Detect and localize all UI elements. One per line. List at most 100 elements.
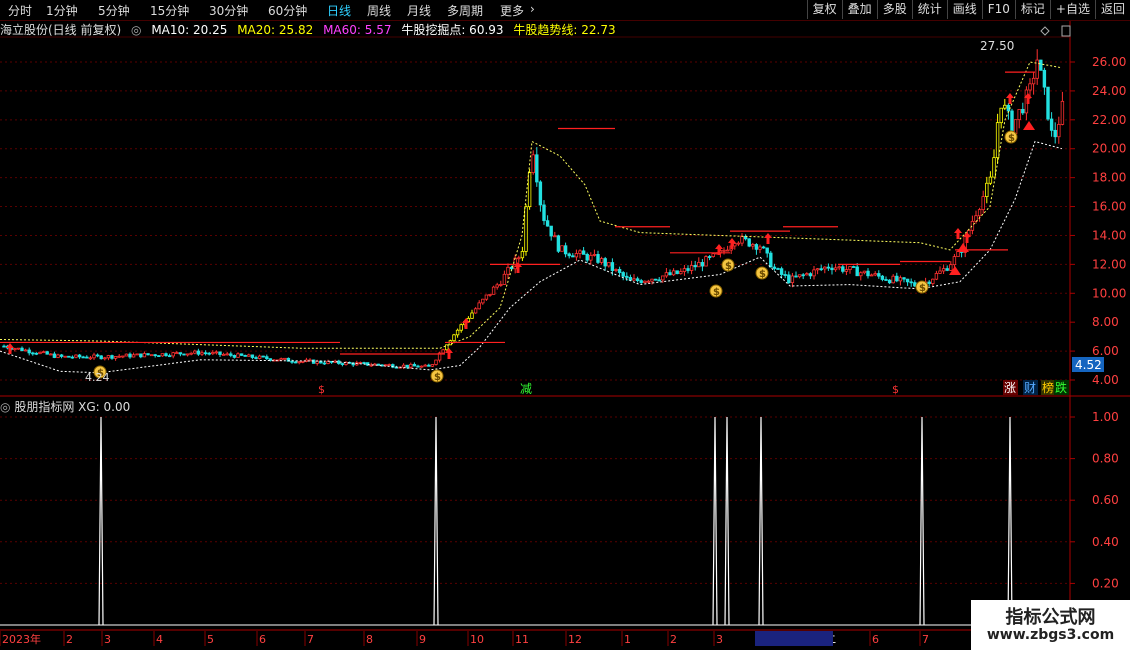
price-tick-label: 10.00 — [1092, 286, 1126, 300]
candle-body — [481, 298, 485, 304]
candle-body — [560, 245, 564, 252]
candle-body — [790, 275, 795, 284]
candle-body — [848, 266, 852, 271]
watermark: 指标公式网 www.zbgs3.com — [971, 600, 1130, 650]
candle-body — [931, 278, 935, 284]
buy-arrow-icon — [1006, 93, 1014, 104]
candle-body — [776, 268, 780, 270]
candle-body — [477, 302, 481, 310]
candle-body — [578, 250, 582, 254]
candle-body — [830, 267, 834, 271]
candle-body — [196, 350, 201, 355]
candle-body — [81, 356, 85, 359]
candle-body — [783, 274, 787, 276]
candle-body — [571, 255, 575, 258]
candle-body — [225, 353, 229, 356]
xg-spike — [98, 416, 104, 626]
settings-icon[interactable]: ◎ — [0, 400, 10, 414]
candle-body — [1028, 83, 1032, 91]
candle-body — [67, 355, 71, 358]
date-label: 5 — [207, 633, 214, 646]
candle-body — [887, 279, 892, 284]
date-label: 3 — [716, 633, 723, 646]
candle-body — [851, 266, 856, 268]
candle-body — [711, 253, 715, 257]
candle-body — [880, 275, 885, 280]
candle-body — [1017, 108, 1021, 121]
candle-body — [707, 256, 712, 258]
candle-body — [949, 264, 953, 271]
candle-body — [941, 268, 946, 272]
candle-body — [815, 268, 820, 271]
candle-body — [146, 353, 150, 356]
candle-body — [589, 254, 593, 261]
candle-body — [952, 256, 957, 266]
candle-body — [542, 204, 546, 222]
candle-body — [819, 268, 823, 271]
candle-body — [621, 272, 625, 277]
candle-body — [113, 356, 118, 359]
candle-body — [110, 355, 114, 359]
price-tick-label: 16.00 — [1092, 200, 1126, 214]
candle-body — [855, 266, 859, 277]
candle-body — [524, 206, 528, 252]
candle-body — [988, 176, 993, 184]
candle-body — [927, 281, 931, 284]
candle-body — [646, 280, 651, 283]
price-tick-label: 14.00 — [1092, 228, 1126, 242]
candle-body — [283, 357, 287, 360]
candle-body — [614, 269, 618, 271]
candle-body — [772, 266, 777, 269]
candle-body — [977, 209, 982, 217]
candle-body — [650, 278, 654, 282]
kline-chart[interactable]: 1.000.800.600.400.20 $ $$$$$$ 26.0024.002… — [0, 0, 1130, 650]
candle-body — [794, 275, 798, 278]
diamond-icon — [1040, 26, 1050, 36]
candle-body — [214, 351, 219, 354]
candle-body — [635, 278, 640, 282]
candle-body — [182, 353, 186, 356]
candle-body — [664, 272, 669, 277]
candle-body — [157, 355, 161, 358]
marker-dollar-2: $ — [892, 383, 899, 396]
watermark-title: 指标公式网 — [1005, 607, 1096, 628]
price-tick-label: 8.00 — [1092, 315, 1119, 329]
candle-body — [229, 353, 233, 356]
candle-body — [823, 266, 827, 270]
candle-body — [1042, 69, 1047, 88]
candle-body — [1010, 110, 1014, 135]
candle-body — [128, 353, 132, 358]
candle-body — [27, 349, 31, 354]
sub-tick-label: 0.40 — [1092, 535, 1119, 549]
candle-body — [833, 267, 838, 271]
candle-body — [103, 357, 107, 360]
candle-body — [250, 354, 255, 358]
candle-body — [92, 354, 96, 359]
price-tick-label: 4.00 — [1092, 373, 1119, 387]
candle-body — [797, 274, 802, 278]
price-tick-label: 26.00 — [1092, 55, 1126, 69]
candle-body — [668, 272, 672, 276]
candle-body — [247, 354, 251, 357]
candle-body — [52, 353, 57, 358]
current-price-label: 4.52 — [1075, 358, 1102, 372]
candle-body — [441, 349, 445, 354]
candle-body — [430, 364, 435, 367]
candle-body — [203, 352, 208, 355]
candle-body — [679, 271, 683, 275]
date-label: 9 — [419, 633, 426, 646]
candle-body — [41, 351, 46, 354]
candle-body — [99, 355, 103, 360]
candle-body — [452, 334, 456, 342]
candle-body — [459, 324, 463, 331]
candle-body — [470, 312, 474, 319]
candle-body — [945, 268, 949, 271]
candle-body — [297, 361, 301, 364]
candle-body — [506, 266, 510, 275]
candle-body — [232, 355, 237, 358]
candle-body — [808, 273, 813, 277]
candle-body — [985, 182, 989, 198]
candle-body — [862, 270, 867, 274]
candle-body — [499, 284, 503, 286]
candle-body — [59, 354, 64, 357]
